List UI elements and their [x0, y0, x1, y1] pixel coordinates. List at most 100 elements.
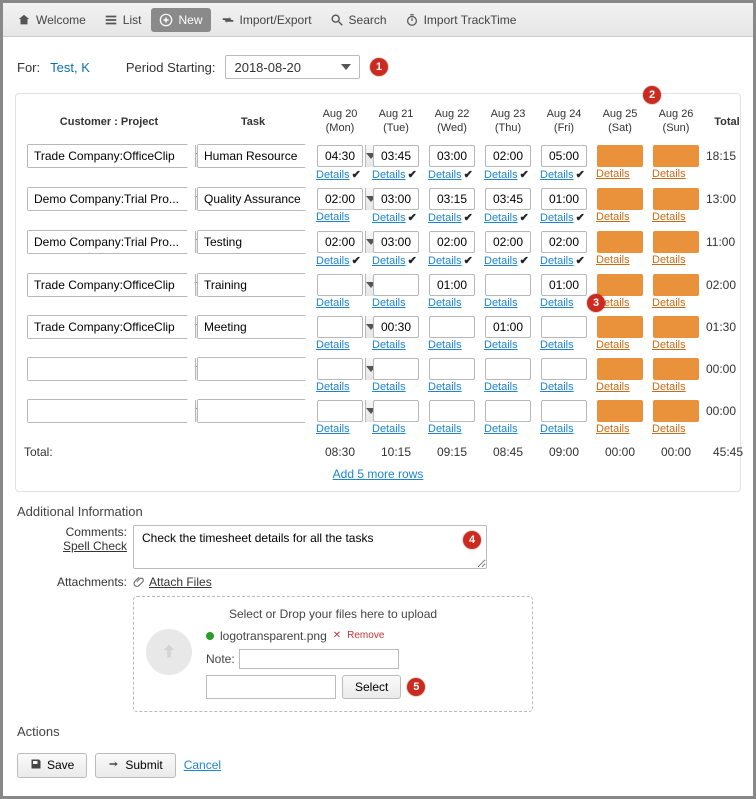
time-input[interactable]	[373, 231, 419, 253]
details-link[interactable]: Details	[596, 168, 630, 180]
nav-import-export[interactable]: Import/Export	[213, 8, 320, 32]
details-link[interactable]: Details	[484, 381, 518, 393]
details-link[interactable]: Details	[596, 381, 630, 393]
time-input[interactable]	[541, 358, 587, 380]
details-link[interactable]: Details	[540, 297, 574, 309]
details-link[interactable]: Details	[428, 169, 462, 181]
time-input[interactable]	[485, 188, 531, 210]
details-link[interactable]: Details	[316, 169, 350, 181]
customer-project-select-value[interactable]	[28, 316, 195, 338]
details-link[interactable]: Details	[316, 211, 350, 223]
time-input[interactable]	[541, 188, 587, 210]
time-input[interactable]	[373, 358, 419, 380]
time-input[interactable]	[653, 316, 699, 338]
time-input[interactable]	[653, 188, 699, 210]
task-select[interactable]	[197, 315, 306, 339]
attach-files-link[interactable]: Attach Files	[149, 575, 212, 589]
add-more-rows-link[interactable]: Add 5 more rows	[333, 467, 424, 481]
nav-welcome[interactable]: Welcome	[9, 8, 94, 32]
time-input[interactable]	[429, 231, 475, 253]
time-input[interactable]	[653, 358, 699, 380]
details-link[interactable]: Details	[596, 211, 630, 223]
time-input[interactable]	[541, 400, 587, 422]
details-link[interactable]: Details	[484, 297, 518, 309]
customer-project-select[interactable]	[27, 315, 188, 339]
details-link[interactable]: Details	[428, 381, 462, 393]
details-link[interactable]: Details	[596, 423, 630, 435]
submit-button[interactable]: Submit	[95, 753, 175, 778]
time-input[interactable]	[317, 358, 363, 380]
customer-project-select-value[interactable]	[28, 231, 195, 253]
time-input[interactable]	[541, 274, 587, 296]
details-link[interactable]: Details	[652, 381, 686, 393]
time-input[interactable]	[597, 358, 643, 380]
details-link[interactable]: Details	[484, 339, 518, 351]
time-input[interactable]	[429, 188, 475, 210]
details-link[interactable]: Details	[316, 423, 350, 435]
details-link[interactable]: Details	[372, 255, 406, 267]
time-input[interactable]	[317, 231, 363, 253]
details-link[interactable]: Details	[540, 169, 574, 181]
details-link[interactable]: Details	[652, 168, 686, 180]
details-link[interactable]: Details	[540, 381, 574, 393]
task-select[interactable]	[197, 399, 306, 423]
details-link[interactable]: Details	[540, 212, 574, 224]
period-starting-select[interactable]: 2018-08-20	[225, 55, 360, 79]
time-input[interactable]	[485, 145, 531, 167]
task-select[interactable]	[197, 144, 306, 168]
time-input[interactable]	[429, 145, 475, 167]
customer-project-select-value[interactable]	[28, 274, 195, 296]
details-link[interactable]: Details	[428, 297, 462, 309]
details-link[interactable]: Details	[652, 339, 686, 351]
nav-search[interactable]: Search	[322, 8, 395, 32]
details-link[interactable]: Details	[372, 212, 406, 224]
time-input[interactable]	[653, 231, 699, 253]
cancel-link[interactable]: Cancel	[184, 758, 221, 772]
details-link[interactable]: Details	[596, 254, 630, 266]
time-input[interactable]	[597, 231, 643, 253]
nav-new[interactable]: New	[151, 8, 210, 32]
time-input[interactable]	[541, 231, 587, 253]
details-link[interactable]: Details	[372, 423, 406, 435]
time-input[interactable]	[597, 400, 643, 422]
time-input[interactable]	[541, 316, 587, 338]
details-link[interactable]: Details	[316, 255, 350, 267]
time-input[interactable]	[373, 188, 419, 210]
details-link[interactable]: Details	[652, 254, 686, 266]
time-input[interactable]	[485, 358, 531, 380]
time-input[interactable]	[317, 188, 363, 210]
time-input[interactable]	[597, 274, 643, 296]
customer-project-select-value[interactable]	[28, 145, 195, 167]
details-link[interactable]: Details	[428, 423, 462, 435]
time-input[interactable]	[485, 316, 531, 338]
customer-project-select[interactable]	[27, 399, 188, 423]
nav-list[interactable]: List	[96, 8, 150, 32]
customer-project-select[interactable]	[27, 273, 188, 297]
time-input[interactable]	[373, 145, 419, 167]
customer-project-select-value[interactable]	[28, 188, 195, 210]
details-link[interactable]: Details	[484, 255, 518, 267]
time-input[interactable]	[317, 400, 363, 422]
details-link[interactable]: Details	[428, 339, 462, 351]
time-input[interactable]	[485, 231, 531, 253]
customer-project-select[interactable]	[27, 144, 188, 168]
time-input[interactable]	[317, 316, 363, 338]
time-input[interactable]	[317, 145, 363, 167]
time-input[interactable]	[597, 145, 643, 167]
upload-dropzone[interactable]: Select or Drop your files here to upload…	[133, 596, 533, 712]
details-link[interactable]: Details	[484, 423, 518, 435]
details-link[interactable]: Details	[316, 297, 350, 309]
task-select[interactable]	[197, 187, 306, 211]
task-select[interactable]	[197, 230, 306, 254]
customer-project-select[interactable]	[27, 187, 188, 211]
time-input[interactable]	[373, 316, 419, 338]
details-link[interactable]: Details	[652, 297, 686, 309]
details-link[interactable]: Details	[540, 339, 574, 351]
details-link[interactable]: Details	[428, 212, 462, 224]
time-input[interactable]	[485, 274, 531, 296]
nav-import-tracktime[interactable]: Import TrackTime	[397, 8, 525, 32]
time-input[interactable]	[653, 274, 699, 296]
details-link[interactable]: Details	[540, 255, 574, 267]
details-link[interactable]: Details	[316, 381, 350, 393]
details-link[interactable]: Details	[372, 339, 406, 351]
